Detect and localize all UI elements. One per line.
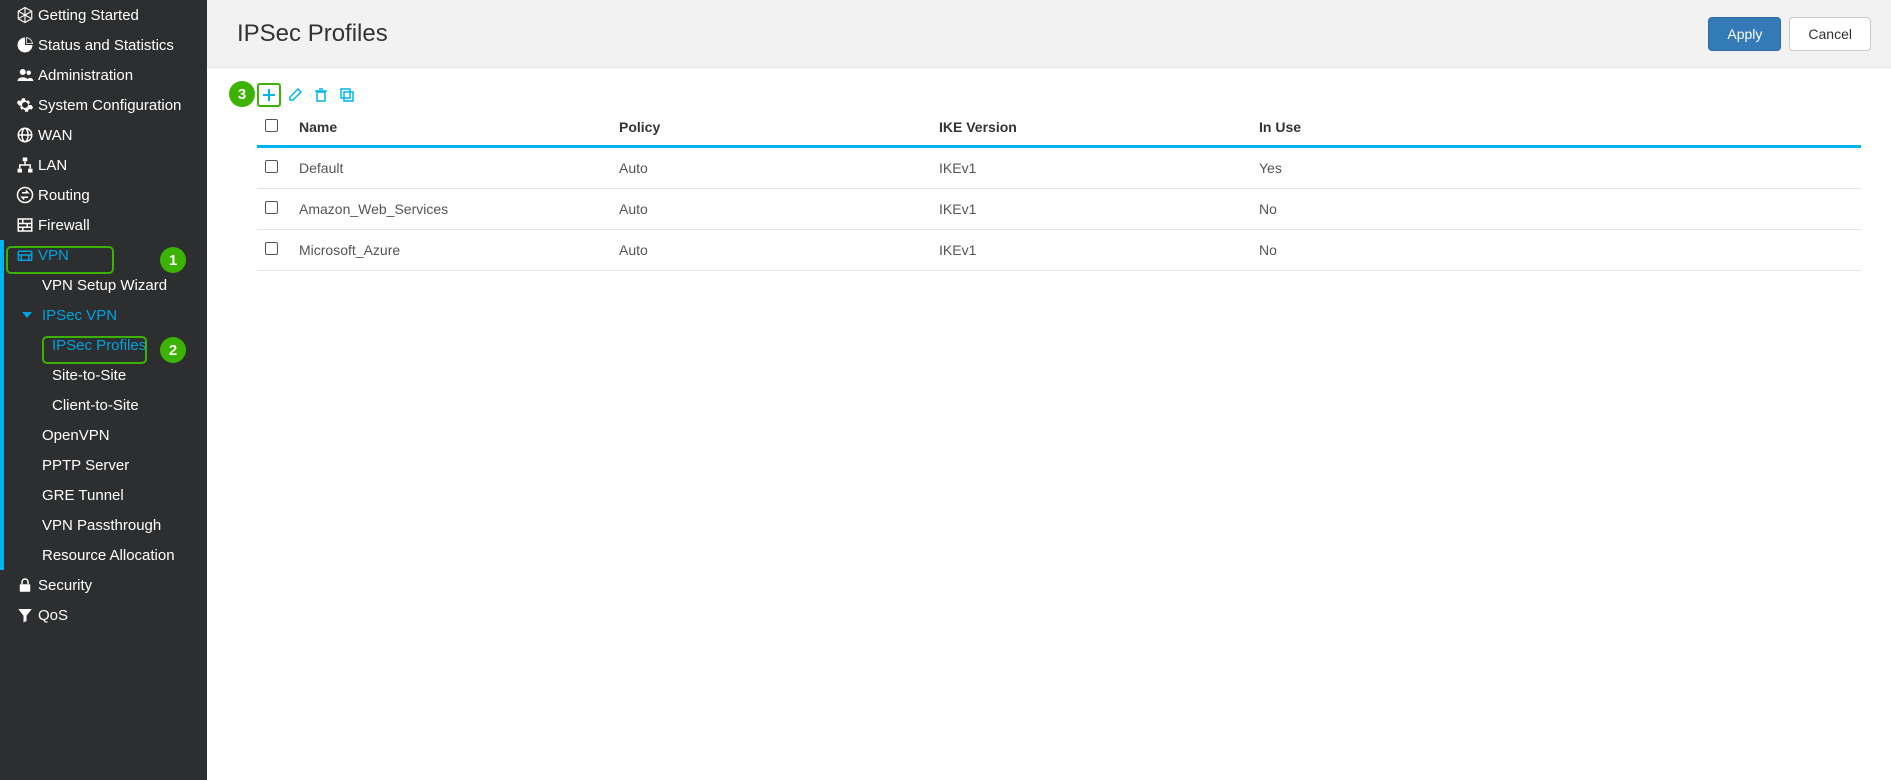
sidebar-item-label: PPTP Server	[42, 457, 129, 474]
table-row[interactable]: Amazon_Web_Services Auto IKEv1 No	[257, 189, 1861, 230]
cell-policy: Auto	[611, 230, 931, 271]
firewall-icon	[12, 216, 38, 234]
row-checkbox[interactable]	[265, 242, 278, 255]
filter-icon	[12, 606, 38, 624]
cancel-button[interactable]: Cancel	[1789, 17, 1871, 51]
page-title: IPSec Profiles	[237, 20, 1700, 48]
sidebar-item-status[interactable]: Status and Statistics	[0, 30, 207, 60]
sidebar-item-label: LAN	[38, 157, 197, 174]
sidebar-item-admin[interactable]: Administration	[0, 60, 207, 90]
sidebar-item-routing[interactable]: Routing	[0, 180, 207, 210]
sidebar-item-security[interactable]: Security	[0, 570, 207, 600]
cell-name: Default	[291, 147, 611, 189]
sidebar-item-qos[interactable]: QoS	[0, 600, 207, 630]
sidebar-item-label: IPSec VPN	[42, 307, 117, 324]
table-header-row: Name Policy IKE Version In Use	[257, 113, 1861, 147]
globe-icon	[12, 126, 38, 144]
caret-down-icon	[22, 307, 32, 324]
sidebar-item-label: QoS	[38, 607, 197, 624]
sidebar-item-label: System Configuration	[38, 97, 197, 114]
sidebar-item-client-to-site[interactable]: Client-to-Site	[0, 390, 207, 420]
row-checkbox[interactable]	[265, 201, 278, 214]
table-row[interactable]: Default Auto IKEv1 Yes	[257, 147, 1861, 189]
users-icon	[12, 66, 38, 84]
cell-ike: IKEv1	[931, 189, 1251, 230]
sidebar: Getting Started Status and Statistics Ad…	[0, 0, 207, 780]
sidebar-item-label: OpenVPN	[42, 427, 110, 444]
topbar: IPSec Profiles Apply Cancel	[207, 0, 1891, 68]
apply-button[interactable]: Apply	[1708, 17, 1781, 51]
sidebar-item-label: VPN Setup Wizard	[42, 277, 167, 294]
sidebar-item-vpn[interactable]: VPN	[0, 240, 207, 270]
panel: 3 Name Policy IKE Version In Use Default	[207, 68, 1891, 286]
sidebar-item-sysconfig[interactable]: System Configuration	[0, 90, 207, 120]
sidebar-item-label: Status and Statistics	[38, 37, 197, 54]
row-checkbox[interactable]	[265, 160, 278, 173]
sidebar-item-gre-tunnel[interactable]: GRE Tunnel	[0, 480, 207, 510]
delete-button[interactable]	[309, 83, 333, 107]
cell-name: Microsoft_Azure	[291, 230, 611, 271]
col-header-ike[interactable]: IKE Version	[931, 113, 1251, 147]
sidebar-item-vpn-setup-wizard[interactable]: VPN Setup Wizard	[0, 270, 207, 300]
sidebar-item-label: Security	[38, 577, 197, 594]
sidebar-item-label: GRE Tunnel	[42, 487, 124, 504]
lock-icon	[12, 576, 38, 594]
cell-inuse: Yes	[1251, 147, 1861, 189]
annotation-badge-3: 3	[229, 81, 255, 107]
table-row[interactable]: Microsoft_Azure Auto IKEv1 No	[257, 230, 1861, 271]
add-button[interactable]	[257, 83, 281, 107]
sidebar-item-label: VPN	[38, 247, 197, 264]
hex-icon	[12, 6, 38, 24]
sidebar-item-openvpn[interactable]: OpenVPN	[0, 420, 207, 450]
select-all-checkbox[interactable]	[265, 119, 278, 132]
sidebar-item-label: Getting Started	[38, 7, 197, 24]
sidebar-item-label: Client-to-Site	[52, 397, 139, 414]
gear-icon	[12, 96, 38, 114]
table-toolbar: 3	[237, 83, 1861, 107]
cell-name: Amazon_Web_Services	[291, 189, 611, 230]
cell-policy: Auto	[611, 189, 931, 230]
sidebar-item-label: Resource Allocation	[42, 547, 175, 564]
pie-chart-icon	[12, 36, 38, 54]
vpn-icon	[12, 246, 38, 264]
sidebar-item-label: IPSec Profiles	[52, 337, 146, 354]
sidebar-item-label: Administration	[38, 67, 197, 84]
sidebar-item-label: Firewall	[38, 217, 197, 234]
cell-ike: IKEv1	[931, 230, 1251, 271]
col-header-name[interactable]: Name	[291, 113, 611, 147]
sidebar-item-wan[interactable]: WAN	[0, 120, 207, 150]
sidebar-item-label: WAN	[38, 127, 197, 144]
copy-button[interactable]	[335, 83, 359, 107]
network-icon	[12, 156, 38, 174]
sidebar-item-lan[interactable]: LAN	[0, 150, 207, 180]
cell-inuse: No	[1251, 230, 1861, 271]
sidebar-item-ipsec-profiles[interactable]: IPSec Profiles	[0, 330, 207, 360]
sidebar-item-getting-started[interactable]: Getting Started	[0, 0, 207, 30]
cell-ike: IKEv1	[931, 147, 1251, 189]
profiles-table: Name Policy IKE Version In Use Default A…	[257, 113, 1861, 271]
sidebar-item-resource-allocation[interactable]: Resource Allocation	[0, 540, 207, 570]
sidebar-item-vpn-passthrough[interactable]: VPN Passthrough	[0, 510, 207, 540]
sidebar-item-ipsec-vpn[interactable]: IPSec VPN	[0, 300, 207, 330]
sidebar-item-firewall[interactable]: Firewall	[0, 210, 207, 240]
main-content: IPSec Profiles Apply Cancel 3	[207, 0, 1891, 780]
col-header-inuse[interactable]: In Use	[1251, 113, 1861, 147]
cell-policy: Auto	[611, 147, 931, 189]
sidebar-item-site-to-site[interactable]: Site-to-Site	[0, 360, 207, 390]
col-header-policy[interactable]: Policy	[611, 113, 931, 147]
sidebar-item-label: VPN Passthrough	[42, 517, 161, 534]
edit-button[interactable]	[283, 83, 307, 107]
sidebar-item-label: Site-to-Site	[52, 367, 126, 384]
exchange-icon	[12, 186, 38, 204]
sidebar-item-label: Routing	[38, 187, 197, 204]
cell-inuse: No	[1251, 189, 1861, 230]
sidebar-item-pptp-server[interactable]: PPTP Server	[0, 450, 207, 480]
